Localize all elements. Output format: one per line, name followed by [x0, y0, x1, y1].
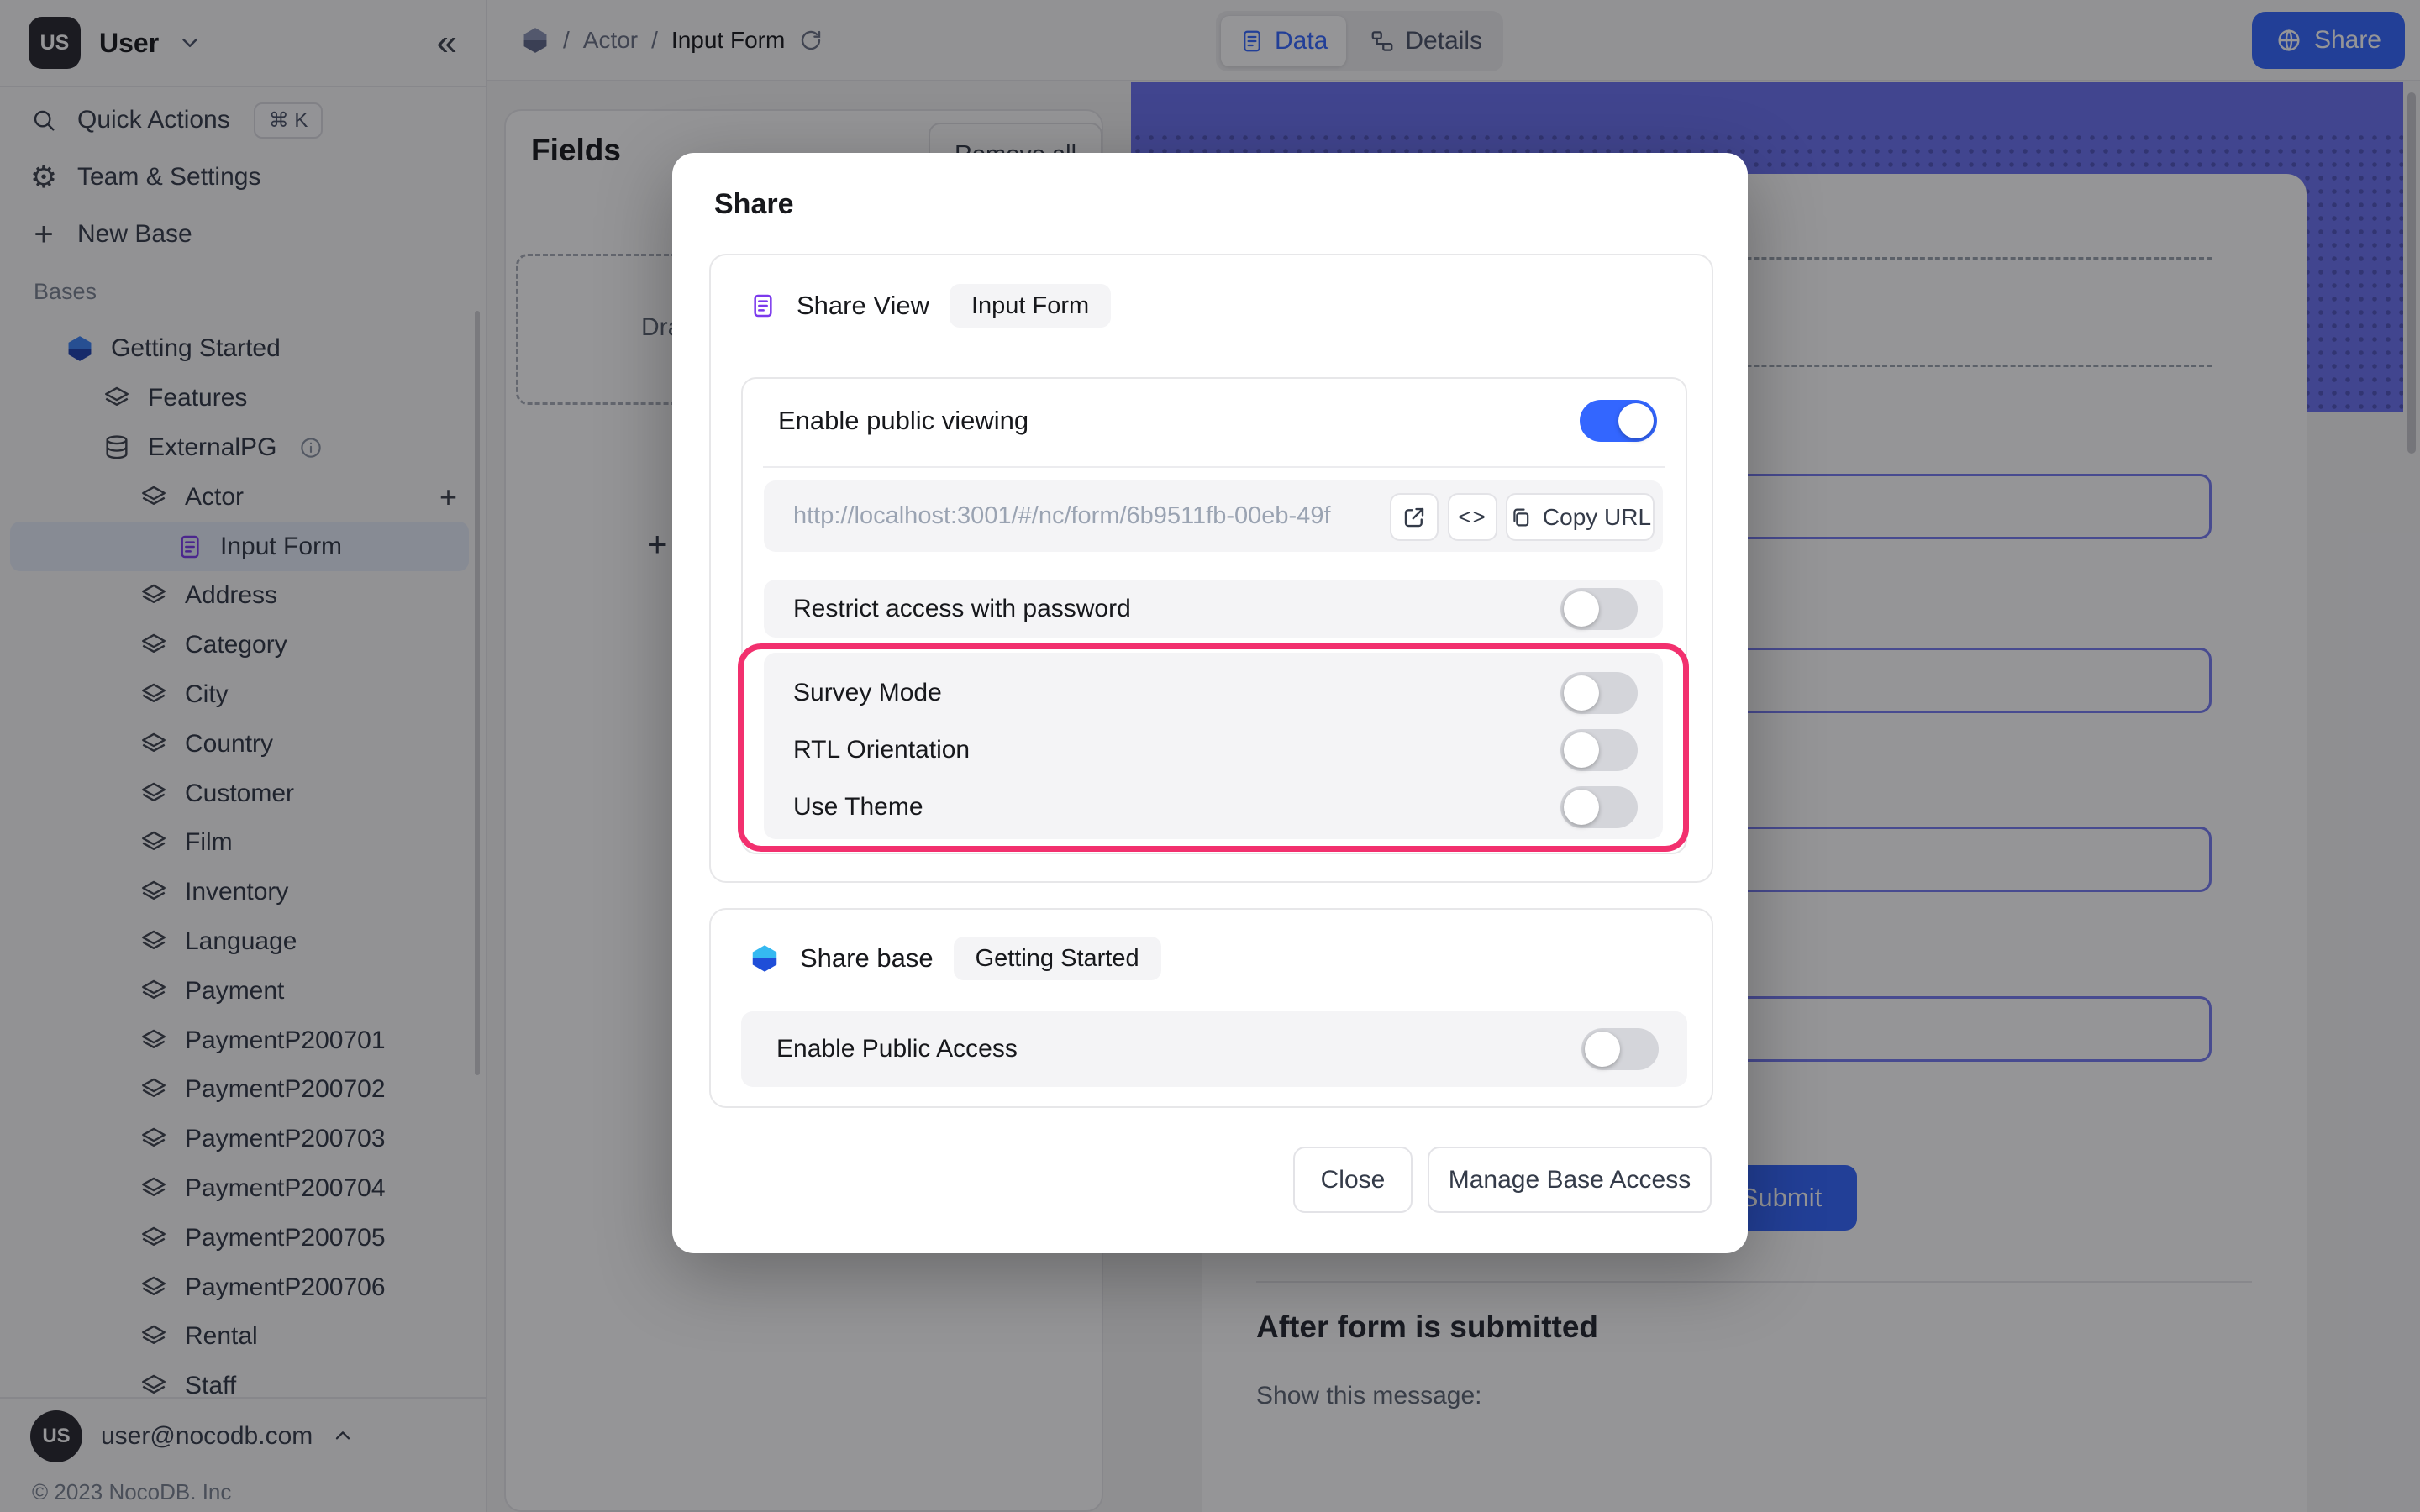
share-base-section: Share base Getting Started Enable Public… [709, 908, 1713, 1108]
share-view-header: Share View Input Form [750, 284, 1111, 328]
open-link-button[interactable] [1390, 493, 1439, 541]
survey-mode-toggle[interactable] [1560, 672, 1638, 714]
share-modal: Share Share View Input Form Enable publi… [672, 153, 1748, 1253]
toggle-knob [1618, 403, 1654, 438]
form-options-box: Survey Mode RTL Orientation Use Theme [764, 653, 1663, 839]
modal-title: Share [714, 188, 794, 221]
restrict-password-toggle[interactable] [1560, 588, 1638, 630]
copy-icon [1509, 506, 1533, 529]
rtl-orientation-toggle[interactable] [1560, 729, 1638, 771]
external-link-icon [1402, 505, 1427, 530]
manage-base-access-button[interactable]: Manage Base Access [1428, 1147, 1712, 1213]
close-button[interactable]: Close [1293, 1147, 1413, 1213]
use-theme-toggle[interactable] [1560, 786, 1638, 828]
toggle-knob [1585, 1032, 1620, 1067]
share-base-header: Share base Getting Started [750, 937, 1161, 980]
share-view-label: Share View [797, 291, 929, 321]
enable-public-viewing-row: Enable public viewing [778, 379, 1657, 463]
use-theme-label: Use Theme [793, 793, 923, 822]
share-base-label: Share base [800, 943, 934, 974]
toggle-knob [1564, 591, 1599, 627]
enable-public-access-label: Enable Public Access [776, 1035, 1018, 1063]
restrict-password-row: Restrict access with password [764, 580, 1663, 638]
enable-public-access-toggle[interactable] [1581, 1028, 1659, 1070]
rtl-orientation-label: RTL Orientation [793, 736, 970, 764]
share-view-section: Share View Input Form Enable public view… [709, 254, 1713, 883]
toggle-knob [1564, 732, 1599, 768]
toggle-knob [1564, 790, 1599, 825]
copy-url-button[interactable]: Copy URL [1506, 493, 1655, 541]
code-icon: <> [1458, 504, 1486, 530]
public-viewing-box: Enable public viewing http://localhost:3… [741, 377, 1687, 854]
divider [763, 466, 1665, 468]
enable-public-viewing-label: Enable public viewing [778, 406, 1028, 436]
restrict-password-label: Restrict access with password [793, 595, 1131, 623]
enable-public-viewing-toggle[interactable] [1580, 400, 1657, 442]
toggle-knob [1564, 675, 1599, 711]
base-name-badge: Getting Started [954, 937, 1161, 980]
enable-public-access-row: Enable Public Access [741, 1011, 1687, 1087]
view-name-badge: Input Form [950, 284, 1111, 328]
base-cube-icon [750, 943, 780, 974]
copy-url-label: Copy URL [1543, 504, 1651, 531]
share-url-value[interactable]: http://localhost:3001/#/nc/form/6b9511fb… [793, 480, 1381, 552]
share-url-row: http://localhost:3001/#/nc/form/6b9511fb… [764, 480, 1663, 552]
embed-code-button[interactable]: <> [1448, 493, 1497, 541]
survey-mode-label: Survey Mode [793, 679, 942, 707]
form-view-icon [750, 290, 776, 322]
